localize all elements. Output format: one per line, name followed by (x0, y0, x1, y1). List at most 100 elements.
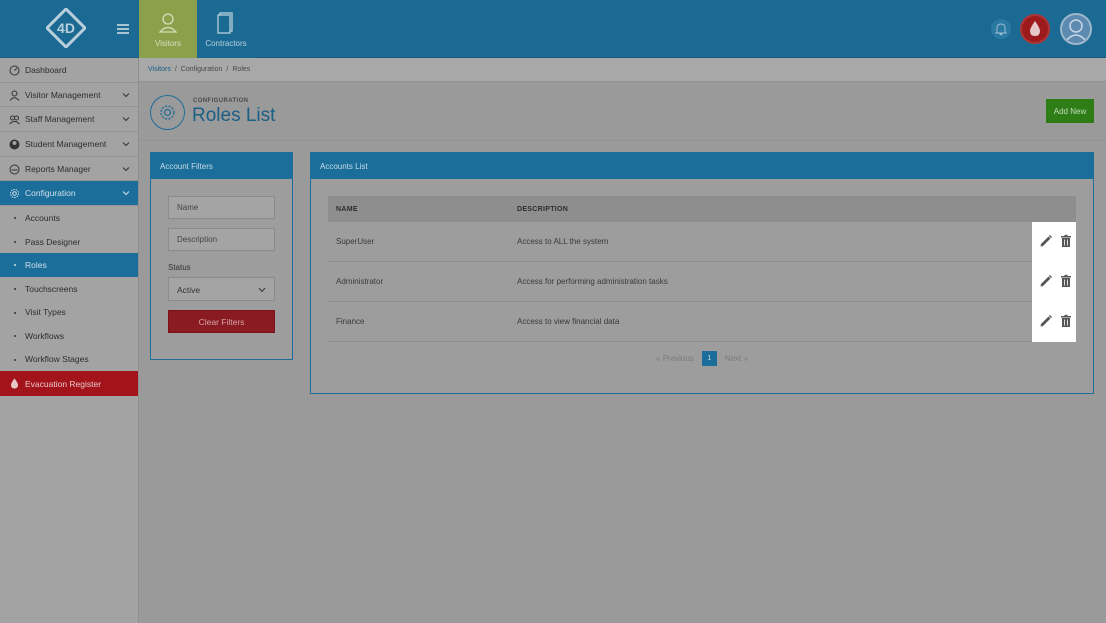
svg-text:4D: 4D (57, 20, 75, 36)
sidebar-sub-roles[interactable]: Roles (0, 253, 138, 277)
group-icon (9, 115, 20, 125)
bullet-icon (14, 240, 16, 243)
sidebar-item-staff-management[interactable]: Staff Management (0, 107, 138, 133)
role-name: Administrator (336, 277, 384, 286)
pencil-icon[interactable] (1039, 314, 1053, 328)
pencil-icon[interactable] (1039, 234, 1053, 248)
evacuation-drop-icon[interactable] (1020, 14, 1050, 44)
table-row: SuperUser Access to ALL the system (328, 222, 1076, 262)
document-icon (217, 12, 233, 34)
gear-icon (10, 189, 19, 199)
sidebar-sub-label: Accounts (25, 212, 60, 223)
page-header: CONFIGURATION Roles List Add New (139, 83, 1106, 141)
name-filter-input[interactable]: Name (168, 196, 275, 219)
visitor-icon (158, 13, 178, 33)
sidebar-item-label: Student Management (25, 138, 107, 149)
roles-table: NAME DESCRIPTION SuperUser Access to ALL… (328, 196, 1076, 342)
pagination-previous[interactable]: « Previous (656, 354, 694, 363)
chevron-down-icon (122, 166, 130, 171)
breadcrumb-current: Roles (232, 66, 251, 73)
clear-filters-button[interactable]: Clear Filters (168, 310, 275, 333)
gear-icon (150, 95, 185, 130)
menu-toggle-icon[interactable] (117, 24, 129, 34)
sidebar-item-configuration[interactable]: Configuration (0, 181, 138, 207)
role-description: Access for performing administration tas… (517, 277, 668, 286)
role-name: Finance (336, 317, 365, 326)
sidebar-item-reports-manager[interactable]: Reports Manager (0, 157, 138, 182)
sidebar-sub-pass-designer[interactable]: Pass Designer (0, 230, 138, 254)
topnav-visitors-label: Visitors (154, 39, 182, 48)
breadcrumb-link-visitors[interactable]: Visitors (148, 66, 171, 73)
student-icon (9, 139, 20, 150)
table-row: Administrator Access for performing admi… (328, 262, 1076, 302)
add-new-button[interactable]: Add New (1046, 99, 1094, 123)
bullet-icon (14, 217, 16, 220)
table-row: Finance Access to view financial data (328, 302, 1076, 342)
sidebar-sub-label: Workflows (25, 330, 65, 341)
topnav-contractors-label: Contractors (205, 39, 247, 48)
bell-icon[interactable] (991, 19, 1011, 39)
column-header-description: DESCRIPTION (517, 205, 569, 213)
role-description: Access to ALL the system (517, 237, 609, 246)
bullet-icon (14, 358, 16, 361)
topnav-visitors[interactable]: Visitors (139, 0, 197, 58)
row-actions (1032, 302, 1076, 342)
sidebar-sub-visit-types[interactable]: Visit Types (0, 301, 138, 325)
row-actions (1032, 222, 1076, 262)
sidebar: Dashboard Visitor Management Staff Manag… (0, 58, 139, 623)
chevron-down-icon (122, 142, 130, 147)
pagination-page-current[interactable]: 1 (701, 351, 717, 366)
trash-icon[interactable] (1059, 314, 1073, 328)
sidebar-sub-workflow-stages[interactable]: Workflow Stages (0, 348, 138, 372)
account-filters-panel: Account Filters Name Description Status … (150, 152, 293, 360)
sidebar-sub-label: Visit Types (25, 307, 66, 318)
sidebar-sub-accounts[interactable]: Accounts (0, 206, 138, 230)
column-header-name: NAME (336, 205, 358, 213)
trash-icon[interactable] (1059, 234, 1073, 248)
topnav-contractors[interactable]: Contractors (197, 0, 255, 58)
chevron-down-icon (122, 92, 130, 97)
sidebar-item-visitor-management[interactable]: Visitor Management (0, 83, 138, 108)
account-filters-header: Account Filters (151, 153, 292, 179)
description-filter-input[interactable]: Description (168, 228, 275, 251)
bullet-icon (14, 335, 16, 338)
sidebar-item-evacuation-register[interactable]: Evacuation Register (0, 371, 138, 396)
breadcrumb-configuration: Configuration (180, 66, 223, 73)
sidebar-sub-label: Touchscreens (25, 283, 78, 294)
sidebar-sub-label: Roles (25, 260, 47, 271)
bullet-icon (14, 311, 16, 314)
chevron-down-icon (122, 191, 130, 196)
status-select[interactable]: Active (168, 277, 275, 301)
sidebar-sub-touchscreens[interactable]: Touchscreens (0, 277, 138, 301)
user-avatar-icon[interactable] (1060, 13, 1092, 45)
accounts-list-panel: Accounts List NAME DESCRIPTION SuperUser… (310, 152, 1094, 394)
person-icon (9, 90, 20, 101)
sidebar-item-label: Dashboard (25, 64, 67, 75)
pencil-icon[interactable] (1039, 274, 1053, 288)
sidebar-item-student-management[interactable]: Student Management (0, 132, 138, 157)
table-header: NAME DESCRIPTION (328, 196, 1076, 222)
page-title: Roles List (192, 105, 276, 126)
page-section-label: CONFIGURATION (193, 98, 249, 104)
breadcrumb-separator: / (226, 66, 229, 73)
logo-area: 4D (0, 0, 139, 58)
chevron-down-icon (258, 287, 266, 293)
sidebar-item-label: Visitor Management (25, 89, 101, 100)
breadcrumb-separator: / (174, 66, 177, 73)
sidebar-item-dashboard[interactable]: Dashboard (0, 58, 138, 83)
pagination-next[interactable]: Next » (725, 354, 748, 363)
dashboard-icon (9, 65, 20, 76)
top-bar: 4D Visitors Contractors (0, 0, 1106, 58)
sidebar-sub-workflows[interactable]: Workflows (0, 324, 138, 348)
trash-icon[interactable] (1059, 274, 1073, 288)
drop-icon (11, 378, 18, 389)
pagination: « Previous 1 Next » (311, 351, 1093, 366)
breadcrumb: Visitors / Configuration / Roles (139, 58, 1106, 82)
bullet-icon (14, 287, 16, 290)
sidebar-item-label: Reports Manager (25, 163, 91, 174)
sidebar-sub-label: Pass Designer (25, 236, 81, 247)
sidebar-sub-label: Workflow Stages (25, 354, 89, 365)
sidebar-item-label: Configuration (25, 188, 76, 199)
sidebar-item-label: Staff Management (25, 114, 95, 125)
accounts-list-header: Accounts List (311, 153, 1093, 179)
